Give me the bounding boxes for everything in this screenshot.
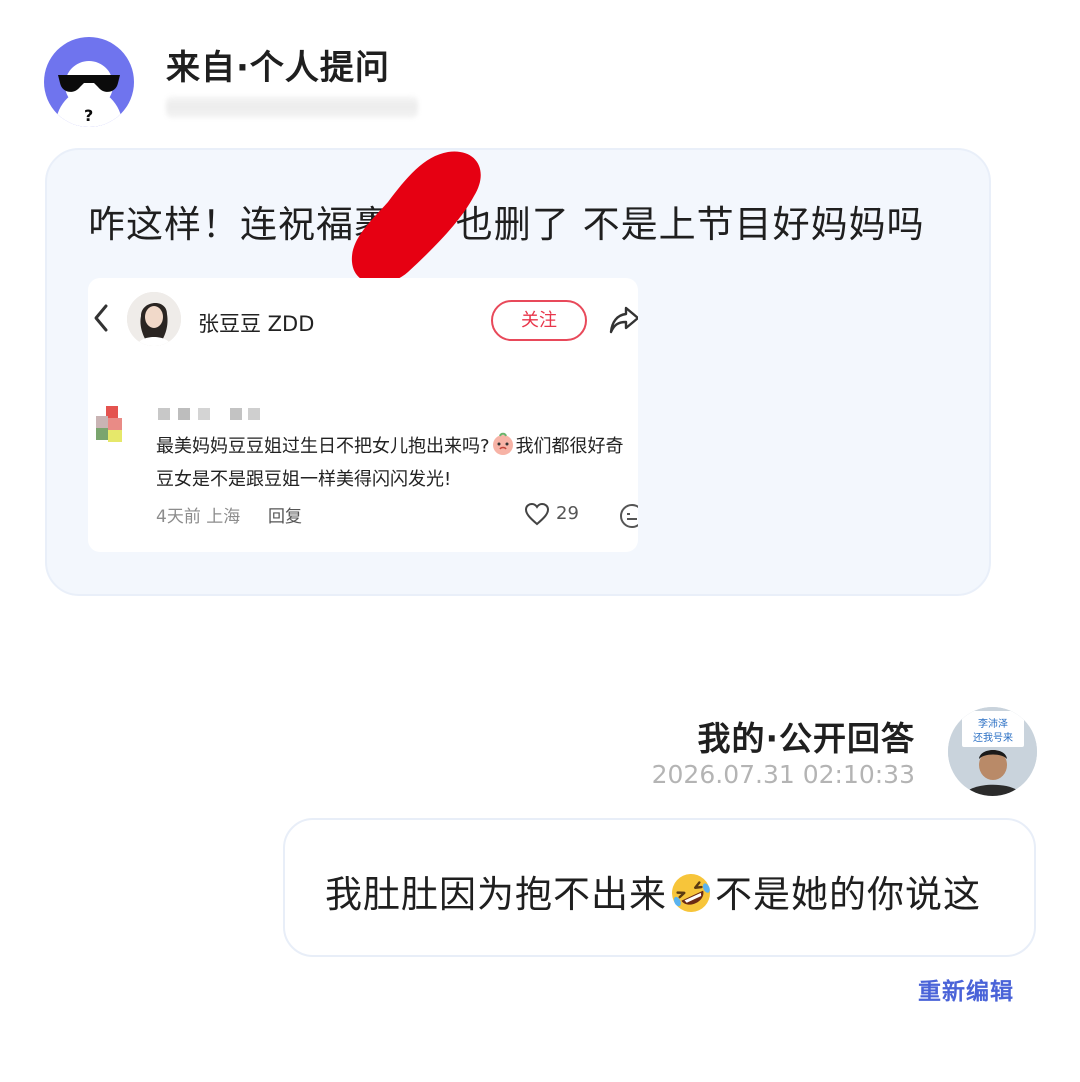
- anonymous-sunglasses-icon: ?: [55, 61, 123, 127]
- comment-emoji-icon[interactable]: [618, 502, 638, 530]
- reedit-button[interactable]: 重新编辑: [918, 972, 1014, 1006]
- asker-avatar[interactable]: ?: [44, 37, 134, 127]
- heart-icon[interactable]: [524, 502, 550, 526]
- rolling-on-floor-laughing-emoji-icon: [672, 874, 710, 912]
- answer-text-part1: 我肚肚因为抱不出来: [325, 873, 667, 916]
- crying-peach-emoji-icon: [492, 432, 513, 455]
- boy-with-sign-avatar-icon: 李沛泽 还我号来: [948, 707, 1037, 796]
- answer-timestamp: 2026.07.31 02:10:33: [651, 760, 915, 789]
- answer-title: 我的·公开回答: [697, 719, 915, 758]
- comment-meta: 4天前 上海: [156, 507, 241, 527]
- woman-portrait-icon: [127, 292, 181, 346]
- svg-text:还我号来: 还我号来: [973, 732, 1013, 744]
- back-arrow-icon: [94, 304, 108, 332]
- like-count: 29: [556, 503, 579, 524]
- follow-button[interactable]: 关注: [491, 300, 587, 341]
- blurred-subtitle: [166, 96, 418, 118]
- answer-text-part2: 不是她的你说这: [715, 873, 981, 916]
- share-icon[interactable]: [608, 302, 638, 336]
- svg-text:?: ?: [84, 106, 93, 125]
- author-name[interactable]: 张豆豆 ZDD: [198, 308, 314, 338]
- my-avatar[interactable]: 李沛泽 还我号来: [948, 707, 1037, 796]
- comment-text-part1: 最美妈妈豆豆姐过生日不把女儿抱出来吗?: [156, 436, 490, 457]
- commenter-avatar-pixelated: [96, 406, 122, 442]
- question-text: 咋这样！连祝福裹 也删了 不是上节目好妈妈吗: [88, 203, 925, 246]
- answer-text: 我肚肚因为抱不出来 不是她的你说这: [325, 864, 981, 918]
- author-avatar[interactable]: [127, 292, 181, 346]
- svg-text:李沛泽: 李沛泽: [978, 717, 1008, 730]
- commenter-name-pixelated: [158, 408, 260, 420]
- embedded-post-screenshot[interactable]: 张豆豆 ZDD 关注 最美妈妈豆豆姐过生日不把女儿抱出来吗? 我们都很好奇豆女是…: [88, 278, 638, 552]
- reply-link[interactable]: 回复: [268, 502, 302, 527]
- comment-text: 最美妈妈豆豆姐过生日不把女儿抱出来吗? 我们都很好奇豆女是不是跟豆姐一样美得闪闪…: [156, 430, 636, 496]
- question-source-title: 来自·个人提问: [166, 48, 390, 88]
- red-redaction-scribble: [351, 151, 481, 284]
